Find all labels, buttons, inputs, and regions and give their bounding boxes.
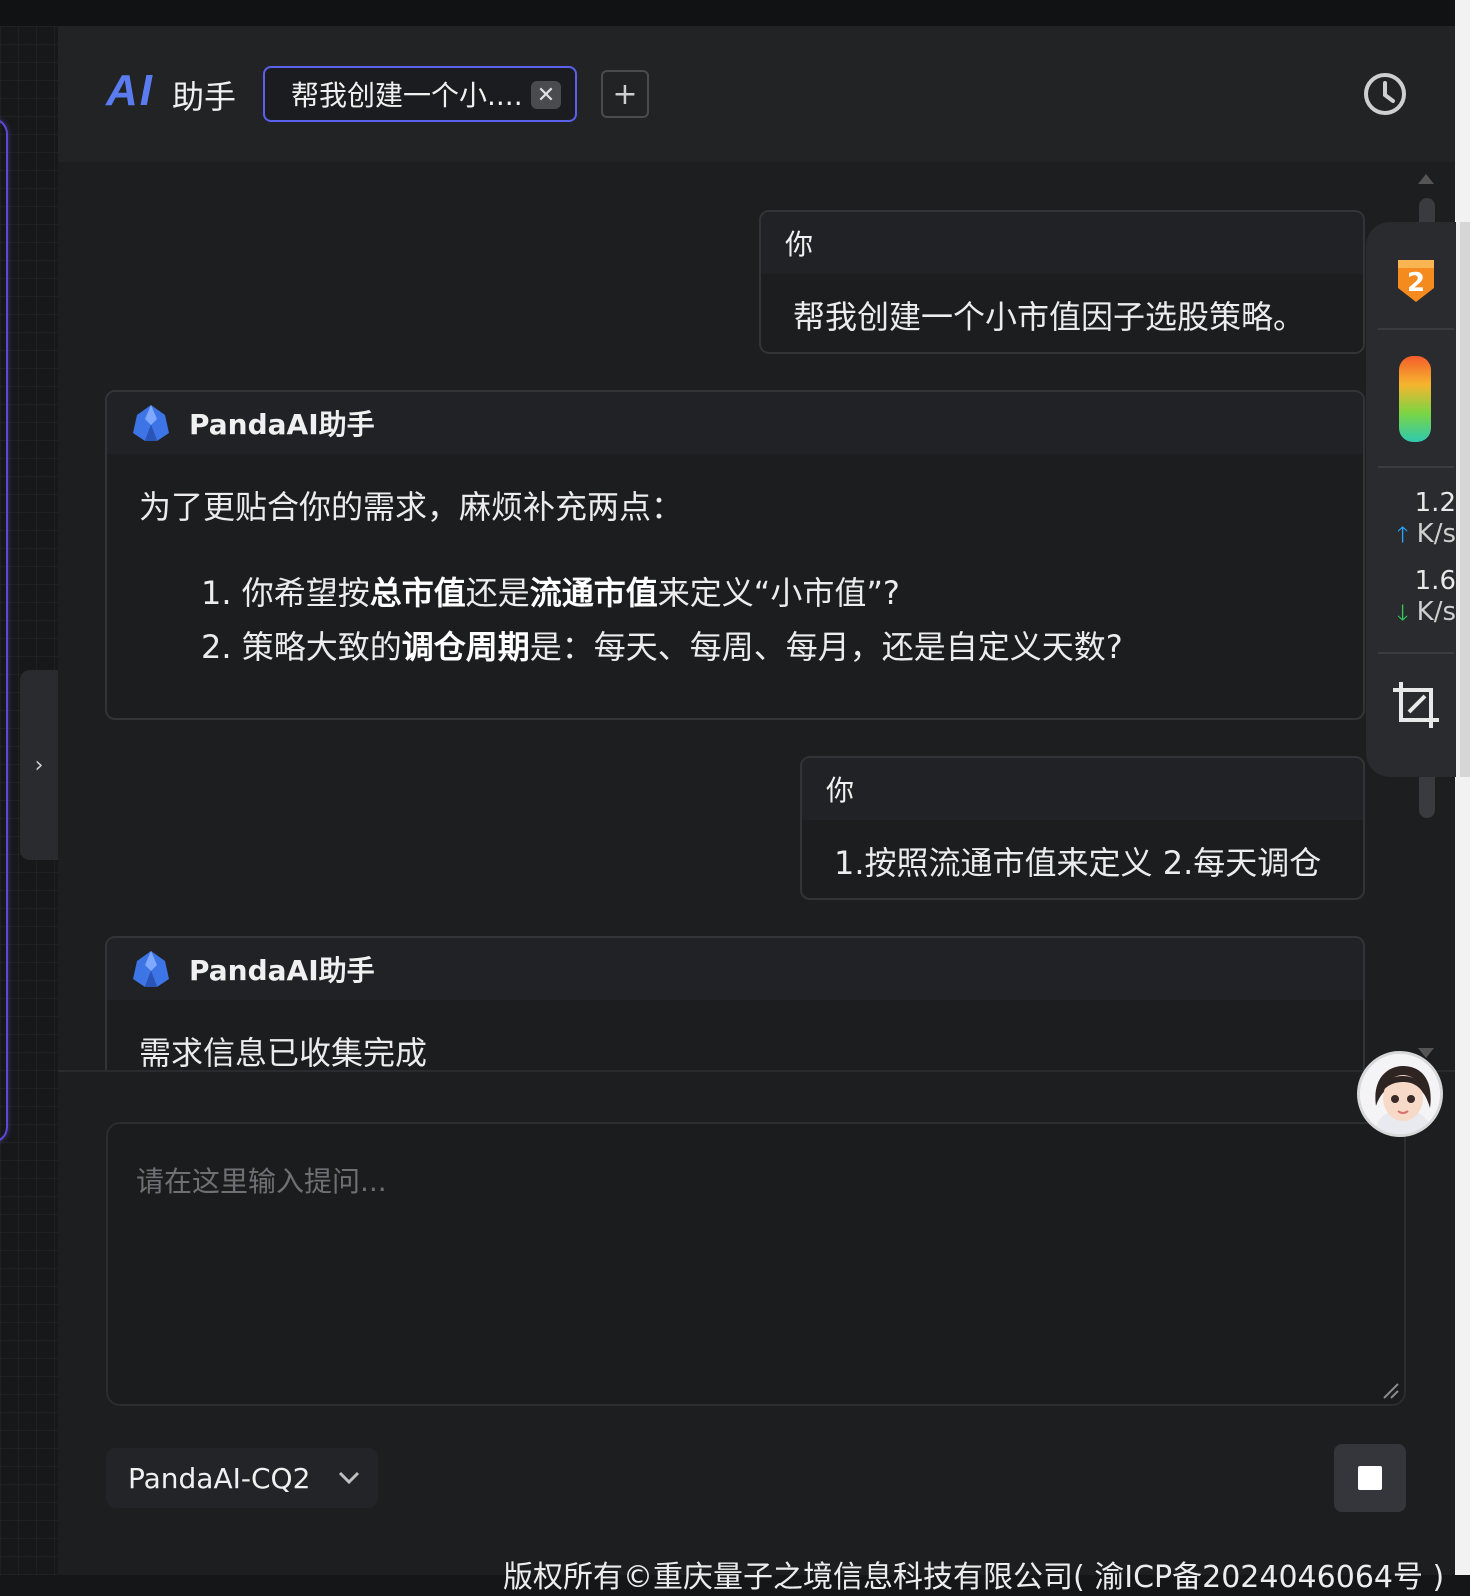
notification-badge-icon[interactable]: 2 [1396,258,1436,304]
new-tab-button[interactable]: + [601,70,649,118]
download-arrow-icon: 🡓 [1396,601,1409,626]
chevron-right-icon: › [34,752,44,778]
message-header: PandaAI助手 [107,938,1363,1000]
message-text: 帮我创建一个小市值因子选股策略。 [793,298,1306,336]
item-text: 还是 [465,574,530,612]
download-speed: 1.6 🡓 K/s [1382,566,1456,634]
tab-current-conversation[interactable]: 帮我创建一个小.... ✕ [263,66,577,122]
item-text: 是：每天、每周、每月，还是自定义天数? [529,628,1123,666]
question-list: 1. 你希望按总市值还是流通市值来定义“小市值”? 2. 策略大致的调仓周期是：… [139,566,1331,674]
window-top-bar [0,0,1470,26]
assistant-message: PandaAI助手 为了更贴合你的需求，麻烦补充两点： 1. 你希望按总市值还是… [105,390,1365,720]
chevron-down-icon [339,1471,360,1485]
message-content: 为了更贴合你的需求，麻烦补充两点： 1. 你希望按总市值还是流通市值来定义“小市… [107,454,1363,692]
screenshot-crop-icon[interactable] [1391,680,1441,730]
assistant-message: PandaAI助手 需求信息已收集完成 [105,936,1365,1072]
message-header: PandaAI助手 [107,392,1363,454]
browser-scroll-thumb[interactable] [1460,222,1470,777]
close-icon: ✕ [536,82,556,108]
input-divider [58,1070,1455,1072]
item-text: 来定义“小市值”? [657,574,900,612]
upload-unit: K/s [1416,519,1456,549]
item-text: 策略大致的 [241,628,402,666]
history-icon[interactable] [1363,72,1407,116]
message-header: 你 [802,758,1363,820]
chat-area[interactable]: 你 帮我创建一个小市值因子选股策略。 PandaAI助手 为了更贴合你的需求，麻… [58,162,1455,1072]
item-text: 你希望按 [241,574,370,612]
item-bold: 总市值 [369,574,466,612]
badge-number: 2 [1407,268,1425,298]
scroll-up-arrow[interactable] [1418,174,1434,184]
upload-value: 1.2 [1414,488,1456,518]
upload-arrow-icon: 🡑 [1396,523,1409,548]
item-bold: 流通市值 [529,574,658,612]
usage-meter [1399,356,1431,442]
question-input[interactable] [106,1122,1406,1406]
message-header: 你 [761,212,1363,274]
panda-logo-icon [133,405,169,441]
sender-name: PandaAI助手 [189,408,375,441]
close-tab-button[interactable]: ✕ [531,81,561,109]
panda-logo-icon [133,951,169,987]
browser-scrollbar[interactable] [1455,0,1470,1575]
upload-speed: 1.2 🡑 K/s [1382,488,1456,556]
monitor-divider [1378,328,1454,330]
sender-name: 你 [826,774,855,807]
stop-generation-button[interactable] [1334,1444,1406,1512]
message-intro: 为了更贴合你的需求，麻烦补充两点： [139,488,684,526]
list-item: 1. 你希望按总市值还是流通市值来定义“小市值”? [201,566,1331,620]
model-selected-value: PandaAI-CQ2 [128,1461,311,1495]
user-message: 你 1.按照流通市值来定义 2.每天调仓 [800,756,1365,900]
stop-icon [1358,1466,1382,1490]
user-message: 你 帮我创建一个小市值因子选股策略。 [759,210,1365,354]
message-text: 1.按照流通市值来定义 2.每天调仓 [834,844,1322,882]
system-monitor-widget[interactable]: 2 1.2 🡑 K/s 1.6 🡓 K/s [1366,222,1456,777]
ai-logo: AI [106,66,154,115]
sender-name: 你 [785,228,814,261]
copyright-footer: 版权所有©重庆量子之境信息科技有限公司( 渝ICP备2024046064号 ) [503,1560,1445,1595]
download-unit: K/s [1416,597,1456,627]
monitor-divider [1378,652,1454,654]
sender-name: PandaAI助手 [189,954,375,987]
panel-title: 助手 [172,78,237,116]
panel-header: AI 助手 帮我创建一个小.... ✕ + [58,26,1455,162]
tab-label: 帮我创建一个小.... [291,79,523,112]
item-number: 2. [201,628,242,666]
item-bold: 调仓周期 [401,628,530,666]
model-select[interactable]: PandaAI-CQ2 [106,1448,378,1508]
download-value: 1.6 [1414,566,1456,596]
monitor-divider [1378,466,1454,468]
sidebar-expand-button[interactable]: › [20,670,58,860]
list-item: 2. 策略大致的调仓周期是：每天、每周、每月，还是自定义天数? [201,620,1331,674]
item-number: 1. [201,574,242,612]
ai-assistant-panel: AI 助手 帮我创建一个小.... ✕ + 你 帮我创建一个小市值因子选股策略。 [58,26,1455,1595]
assistant-avatar[interactable] [1357,1051,1443,1137]
resize-handle-icon[interactable] [1382,1382,1400,1400]
plus-icon: + [612,76,638,112]
left-canvas-border [0,118,8,1143]
message-text: 需求信息已收集完成 [139,1034,428,1072]
